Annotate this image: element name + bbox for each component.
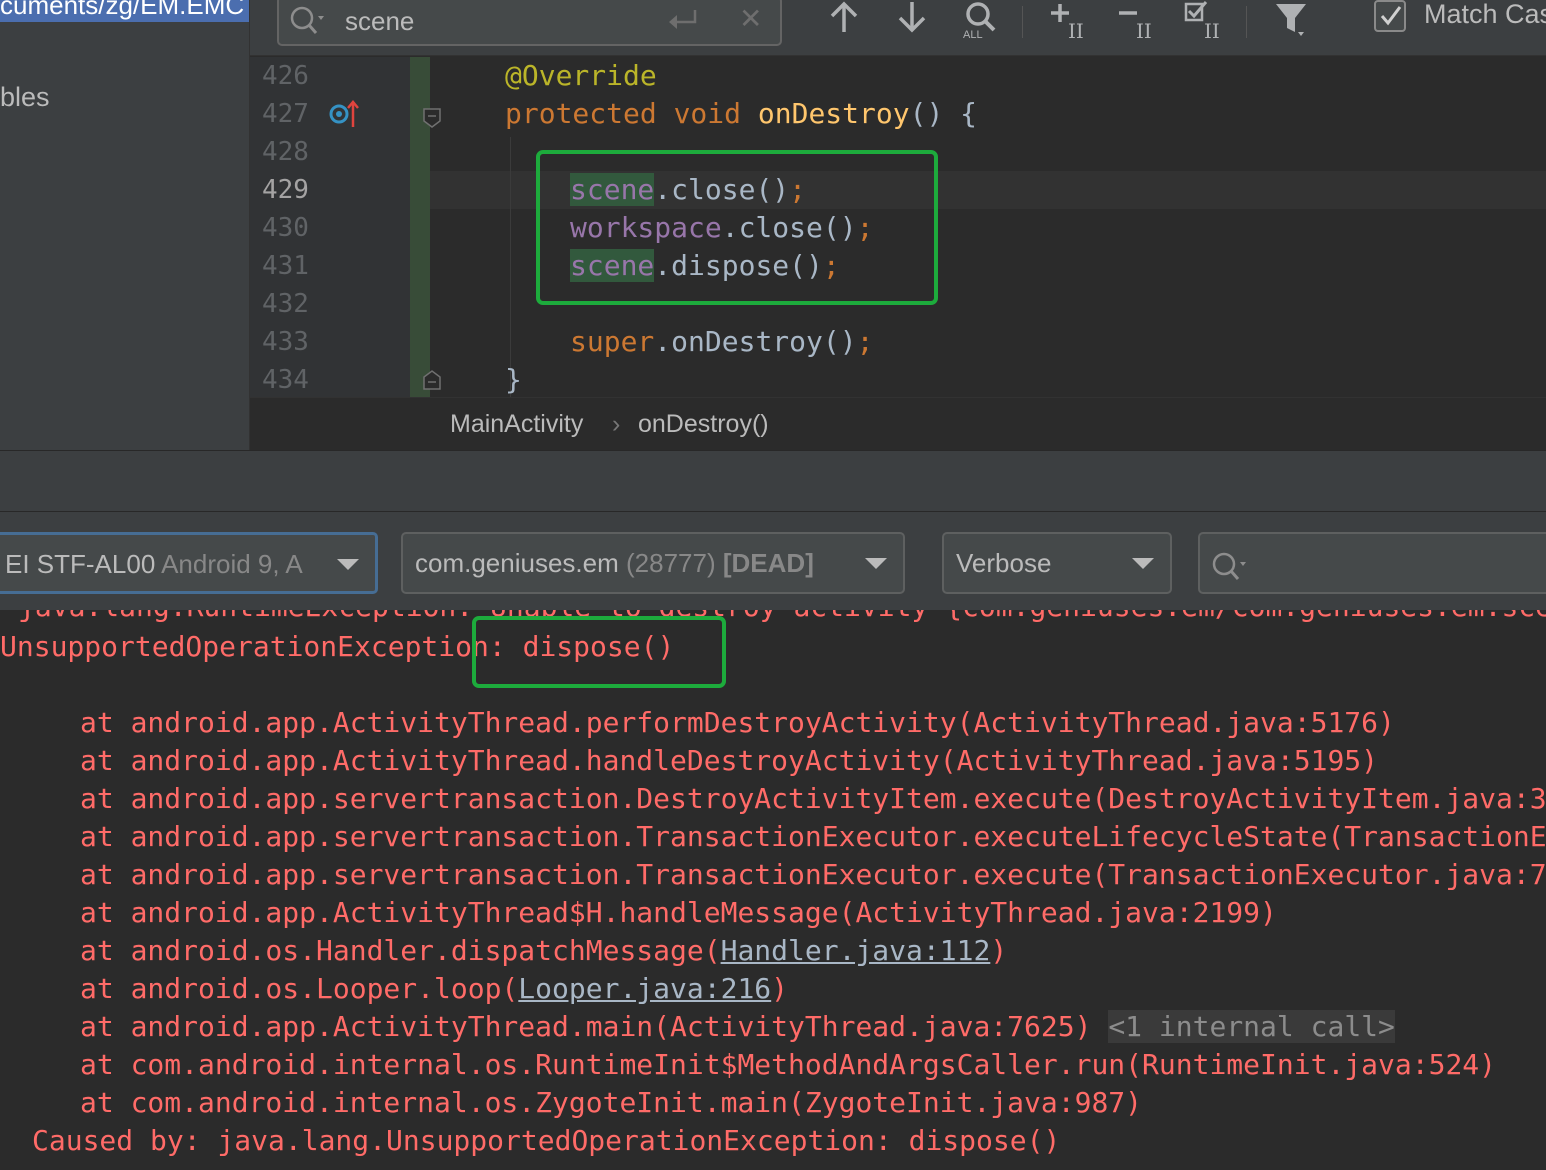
search-field[interactable]: scene ✕ xyxy=(277,0,782,46)
stack-frame: at android.os.Looper.loop(Looper.java:21… xyxy=(80,970,788,1008)
log-search-input[interactable] xyxy=(1198,532,1546,594)
toolbar-separator xyxy=(1246,6,1247,38)
stack-frame: at android.app.servertransaction.Transac… xyxy=(80,858,1546,891)
stack-frame: at com.android.internal.os.ZygoteInit.ma… xyxy=(80,1086,1143,1119)
dropdown-arrow-icon[interactable] xyxy=(1132,558,1154,569)
svg-text:II: II xyxy=(1204,19,1220,43)
breadcrumb-separator: › xyxy=(612,410,621,438)
caused-by-line: Caused by: java.lang.UnsupportedOperatio… xyxy=(32,1124,1061,1157)
highlight-box xyxy=(536,150,938,305)
add-occurrence-icon[interactable]: II xyxy=(1046,0,1090,44)
toggle-occurrence-icon[interactable]: II xyxy=(1182,0,1226,44)
annotation: @Override xyxy=(505,59,657,92)
source-link[interactable]: Looper.java:216 xyxy=(518,972,771,1005)
line-number: 429 xyxy=(262,175,309,205)
code-line[interactable]: super.onDestroy(); xyxy=(570,323,873,361)
keyword: void xyxy=(673,97,742,130)
line-gutter: 426 427 428 429 430 431 432 433 434 xyxy=(250,57,430,397)
code-text: } xyxy=(505,363,522,396)
log-level-select[interactable]: Verbose xyxy=(942,532,1172,594)
line-number: 428 xyxy=(262,137,309,167)
remove-occurrence-icon[interactable]: II xyxy=(1114,0,1158,44)
code-text: .onDestroy() xyxy=(654,325,857,358)
process-select[interactable]: com.geniuses.em (28777) [DEAD] xyxy=(401,532,905,594)
log-line: java.lang.RuntimeException: Unable to de… xyxy=(18,610,1546,626)
source-link[interactable]: Handler.java:112 xyxy=(721,934,991,967)
line-number: 434 xyxy=(262,365,309,395)
fold-icon[interactable] xyxy=(422,369,442,391)
process-state: [DEAD] xyxy=(722,548,814,578)
process-pid: (28777) xyxy=(626,548,716,578)
fold-icon[interactable] xyxy=(422,107,442,129)
toolbar-separator xyxy=(1022,6,1023,38)
breadcrumb: MainActivity › onDestroy() xyxy=(250,397,1546,450)
code-text: () { xyxy=(909,97,978,130)
line-number: 432 xyxy=(262,289,309,319)
search-icon[interactable] xyxy=(1210,546,1250,592)
select-all-occurrences-icon[interactable]: ALL xyxy=(958,0,1002,44)
stack-frame: at android.os.Handler.dispatchMessage(Ha… xyxy=(80,932,1007,970)
line-number: 430 xyxy=(262,213,309,243)
exception-prefix: UnsupportedOperationException: xyxy=(0,630,506,663)
stack-frame: at android.app.ActivityThread.performDes… xyxy=(80,706,1395,739)
line-number: 431 xyxy=(262,251,309,281)
stack-frame: at android.app.ActivityThread$H.handleMe… xyxy=(80,896,1277,929)
stack-text: at android.os.Looper.loop( xyxy=(80,972,519,1005)
svg-text:ALL: ALL xyxy=(963,29,983,41)
device-name: EI STF-AL00 xyxy=(5,549,156,579)
project-sidebar: cuments/zg/EM.EMC bles xyxy=(0,0,250,450)
method-name: onDestroy xyxy=(757,97,910,130)
stack-frame: at com.android.internal.os.RuntimeInit$M… xyxy=(80,1048,1497,1081)
keyword: protected xyxy=(505,97,657,130)
stack-text: ) xyxy=(990,934,1008,967)
dropdown-arrow-icon[interactable] xyxy=(337,559,359,570)
logcat-output[interactable]: java.lang.RuntimeException: Unable to de… xyxy=(0,610,1546,1170)
stack-frame: at android.app.servertransaction.Destroy… xyxy=(80,782,1546,815)
breadcrumb-class[interactable]: MainActivity xyxy=(450,408,583,440)
indent-guide xyxy=(510,137,511,397)
line-number: 433 xyxy=(262,327,309,357)
override-marker-icon[interactable] xyxy=(328,99,360,129)
svg-text:II: II xyxy=(1068,19,1084,43)
dropdown-arrow-icon[interactable] xyxy=(865,558,887,569)
line-number: 426 xyxy=(262,61,309,91)
stack-frame: at android.app.servertransaction.Transac… xyxy=(80,820,1546,853)
stack-text: ) xyxy=(771,972,789,1005)
code-line[interactable]: } xyxy=(505,361,522,397)
device-detail: Android 9, A xyxy=(161,549,303,579)
panel-splitter[interactable] xyxy=(0,450,1546,512)
code-line[interactable]: protected void onDestroy() { xyxy=(505,95,977,133)
enter-icon[interactable] xyxy=(665,6,699,36)
process-package: com.geniuses.em xyxy=(415,548,619,578)
search-icon[interactable] xyxy=(287,2,327,40)
stack-frame: at android.app.ActivityThread.main(Activ… xyxy=(80,1008,1395,1046)
filter-icon[interactable] xyxy=(1272,0,1316,44)
search-input[interactable]: scene xyxy=(345,2,414,40)
device-select[interactable]: EI STF-AL00 Android 9, A xyxy=(0,532,378,594)
next-occurrence-icon[interactable] xyxy=(890,0,934,44)
svg-text:II: II xyxy=(1136,19,1152,43)
breadcrumb-method[interactable]: onDestroy() xyxy=(638,408,769,440)
logcat-toolbar: EI STF-AL00 Android 9, A com.geniuses.em… xyxy=(0,512,1546,610)
stack-text: at android.os.Handler.dispatchMessage( xyxy=(80,934,721,967)
checkbox-checked-icon[interactable] xyxy=(1374,0,1406,32)
previous-occurrence-icon[interactable] xyxy=(822,0,866,44)
internal-call-fold[interactable]: <1 internal call> xyxy=(1108,1010,1395,1043)
line-number: 427 xyxy=(262,99,309,129)
log-level-value: Verbose xyxy=(956,548,1052,578)
stack-frame: at android.app.ActivityThread.handleDest… xyxy=(80,744,1379,777)
clear-icon[interactable]: ✕ xyxy=(739,4,765,34)
highlight-box xyxy=(472,616,726,688)
code-line[interactable]: @Override xyxy=(505,57,657,95)
semicolon: ; xyxy=(856,325,874,358)
project-path[interactable]: cuments/zg/EM.EMC xyxy=(0,0,249,22)
find-toolbar: scene ✕ ALL II II II Match Cas xyxy=(250,0,1546,56)
keyword: super xyxy=(570,325,655,358)
project-tree-item[interactable]: bles xyxy=(0,80,50,114)
match-case-label[interactable]: Match Cas xyxy=(1424,0,1546,30)
stack-text: at android.app.ActivityThread.main(Activ… xyxy=(80,1010,1092,1043)
